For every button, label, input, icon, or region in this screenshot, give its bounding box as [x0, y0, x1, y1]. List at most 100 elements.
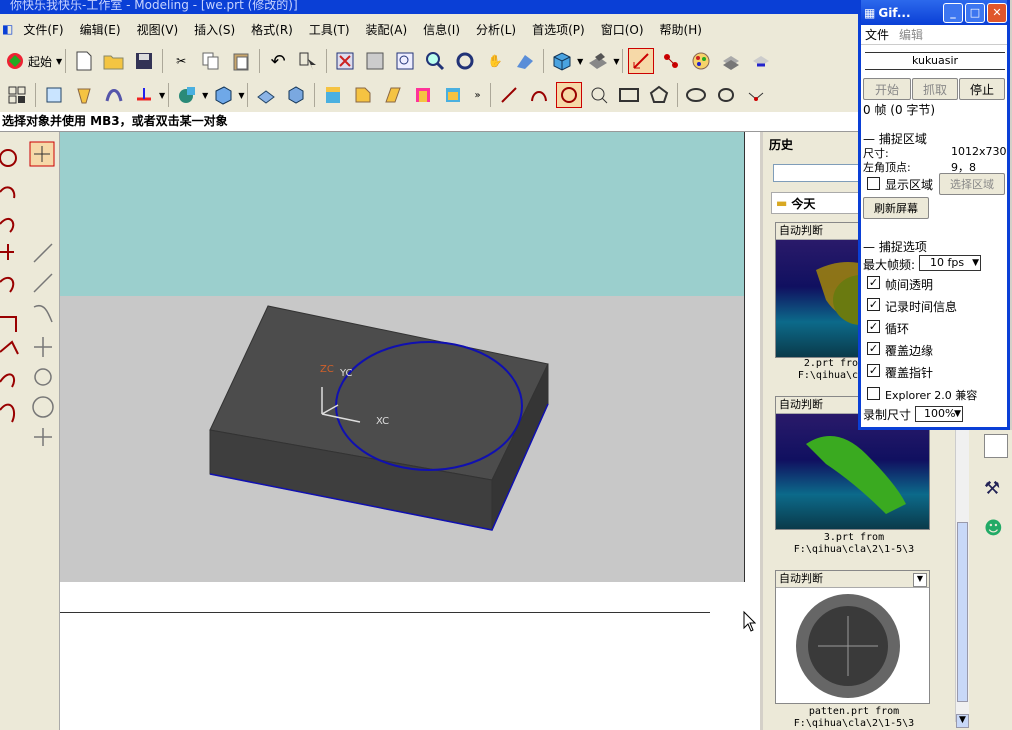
spline-icon[interactable] — [713, 82, 739, 108]
render-dropdown-icon[interactable]: ▼ — [613, 57, 619, 66]
sweep-icon[interactable] — [101, 82, 127, 108]
zoom-icon[interactable] — [422, 48, 448, 74]
menu-analysis[interactable]: 分析(L) — [468, 21, 524, 38]
history-card[interactable]: 自动判断 ▼ — [775, 570, 930, 704]
menu-format[interactable]: 格式(R) — [243, 21, 301, 38]
rotate-icon[interactable] — [452, 48, 478, 74]
new-file-icon[interactable] — [71, 48, 97, 74]
feature-dropdown-icon[interactable]: ▼ — [202, 91, 208, 100]
menu-tools[interactable]: 工具(T) — [301, 21, 358, 38]
start-record-button[interactable]: 开始 — [863, 78, 911, 100]
max-fps-select[interactable]: 10 fps ▼ — [919, 255, 981, 271]
chamfer-icon[interactable] — [350, 82, 376, 108]
menu-file[interactable]: 文件(F) — [15, 21, 71, 38]
cut-icon[interactable]: ✂ — [168, 48, 194, 74]
card-dropdown-icon[interactable]: ▼ — [913, 573, 927, 587]
extrude-icon[interactable] — [41, 82, 67, 108]
revolve-icon[interactable] — [71, 82, 97, 108]
start-dropdown-icon[interactable]: ▼ — [56, 57, 62, 66]
view-cube-icon[interactable] — [549, 48, 575, 74]
minimize-icon[interactable]: _ — [943, 2, 963, 23]
polygon-icon[interactable] — [646, 82, 672, 108]
rectangle-icon[interactable] — [616, 82, 642, 108]
select-curve-icon[interactable] — [628, 48, 655, 74]
gif-menu-file[interactable]: 文件 — [865, 26, 889, 43]
scrollbar-thumb[interactable] — [957, 522, 968, 702]
layer-settings-icon[interactable] — [748, 48, 774, 74]
option-checkbox[interactable]: ✓ — [867, 320, 880, 333]
option-checkbox[interactable]: ✓ — [867, 364, 880, 377]
start-button[interactable]: 起始 — [28, 53, 52, 70]
point-icon[interactable] — [743, 82, 769, 108]
menu-assembly[interactable]: 装配(A) — [358, 21, 416, 38]
scroll-down-icon[interactable]: ▼ — [956, 714, 969, 728]
menu-help[interactable]: 帮助(H) — [652, 21, 710, 38]
line-icon[interactable] — [496, 82, 522, 108]
show-area-checkbox[interactable] — [867, 177, 880, 190]
undo-icon[interactable]: ↶ — [265, 48, 291, 74]
perspective-icon[interactable] — [512, 48, 538, 74]
view-dropdown-icon[interactable]: ▼ — [577, 57, 583, 66]
pan-icon[interactable]: ✋ — [482, 48, 508, 74]
zoom-window-icon[interactable] — [362, 48, 388, 74]
app-menu-icon[interactable]: ◧ — [0, 22, 15, 36]
refresh-screen-button[interactable]: 刷新屏幕 — [863, 197, 929, 219]
surface-icon[interactable] — [253, 82, 279, 108]
thread-icon[interactable] — [440, 82, 466, 108]
datum-dropdown-icon[interactable]: ▼ — [159, 91, 165, 100]
ellipse-icon[interactable] — [586, 82, 612, 108]
maximize-icon[interactable]: □ — [965, 2, 985, 23]
gif-menu-edit[interactable]: 编辑 — [899, 26, 923, 43]
roles-icon[interactable] — [984, 434, 1008, 458]
arc-icon[interactable] — [526, 82, 552, 108]
layer-icon[interactable] — [718, 48, 744, 74]
fit-view-icon[interactable] — [332, 48, 358, 74]
hollow-icon[interactable] — [410, 82, 436, 108]
info-divider — [60, 612, 710, 613]
datum-icon[interactable] — [131, 82, 157, 108]
more-tools-icon[interactable]: » — [474, 90, 480, 101]
selection-filter-icon[interactable] — [295, 48, 321, 74]
menu-info[interactable]: 信息(I) — [415, 21, 468, 38]
block-dropdown-icon[interactable]: ▼ — [238, 91, 244, 100]
snap-point-icon[interactable] — [658, 48, 684, 74]
history-search-input[interactable] — [773, 164, 868, 182]
option-checkbox[interactable]: ✓ — [867, 298, 880, 311]
copy-icon[interactable] — [198, 48, 224, 74]
capture-button[interactable]: 抓取 — [912, 78, 958, 100]
viewport-scrollbar[interactable] — [744, 132, 760, 582]
circle-icon[interactable] — [555, 82, 582, 108]
record-size-label: 录制尺寸 — [863, 408, 912, 422]
render-style-icon[interactable] — [585, 48, 611, 74]
menu-preferences[interactable]: 首选项(P) — [524, 21, 593, 38]
stop-button[interactable]: 停止 — [959, 78, 1005, 100]
option-checkbox[interactable] — [867, 387, 880, 400]
grid-layout-icon[interactable] — [4, 82, 30, 108]
block-icon[interactable] — [210, 82, 236, 108]
record-size-select[interactable]: 100% ▼ — [915, 406, 963, 422]
draft-icon[interactable] — [380, 82, 406, 108]
ellipse-curve-icon[interactable] — [683, 82, 709, 108]
option-checkbox[interactable]: ✓ — [867, 342, 880, 355]
menu-edit[interactable]: 编辑(E) — [72, 21, 129, 38]
edge-blend-icon[interactable] — [320, 82, 346, 108]
open-folder-icon[interactable] — [101, 48, 127, 74]
feature-icon[interactable] — [174, 82, 200, 108]
shell-icon[interactable] — [283, 82, 309, 108]
zoom-area-icon[interactable] — [392, 48, 418, 74]
users-icon[interactable]: ☻ — [984, 518, 1008, 542]
circle-tool-icon — [32, 396, 54, 418]
save-icon[interactable] — [131, 48, 157, 74]
select-area-button[interactable]: 选择区域 — [939, 173, 1005, 195]
paste-icon[interactable] — [228, 48, 254, 74]
graphics-viewport[interactable]: ZC YC XC — [60, 132, 752, 582]
palette-icon[interactable] — [688, 48, 714, 74]
option-checkbox[interactable]: ✓ — [867, 276, 880, 289]
model-view[interactable]: ZC YC XC — [60, 132, 752, 582]
close-icon[interactable]: ✕ — [987, 2, 1007, 23]
start-icon[interactable] — [4, 48, 26, 74]
tools-icon[interactable]: ⚒ — [984, 478, 1008, 502]
menu-window[interactable]: 窗口(O) — [593, 21, 652, 38]
menu-insert[interactable]: 插入(S) — [186, 21, 243, 38]
menu-view[interactable]: 视图(V) — [129, 21, 187, 38]
